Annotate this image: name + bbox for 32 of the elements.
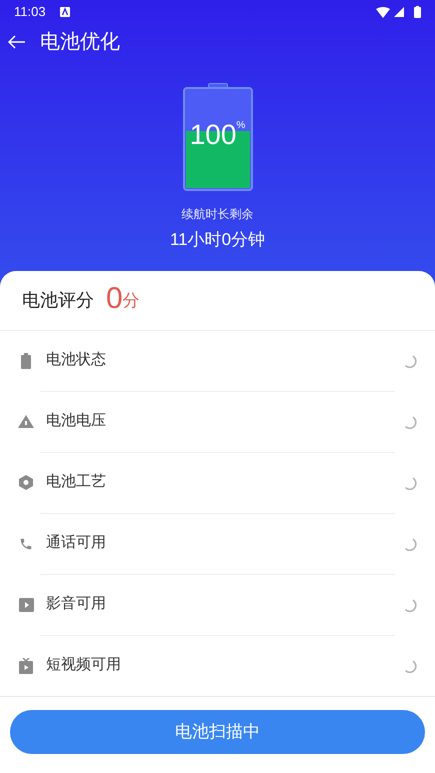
battery-icon bbox=[21, 352, 31, 368]
phone-icon bbox=[19, 536, 33, 550]
hexagon-icon bbox=[19, 475, 33, 490]
wifi-icon bbox=[376, 6, 390, 18]
play-icon bbox=[18, 598, 34, 612]
check-label: 电池电压 bbox=[46, 411, 106, 432]
page-title: 电池优化 bbox=[40, 30, 120, 55]
status-time: 11:03 bbox=[14, 3, 46, 22]
score-unit: 分 bbox=[122, 290, 140, 312]
loading-spinner-icon bbox=[403, 598, 417, 612]
warning-triangle-icon bbox=[18, 415, 34, 428]
check-label: 短视频可用 bbox=[46, 655, 121, 676]
loading-spinner-icon bbox=[403, 658, 417, 672]
check-label: 电池状态 bbox=[46, 350, 106, 370]
scan-button[interactable]: 电池扫描中 bbox=[10, 710, 425, 754]
tv-icon bbox=[19, 658, 33, 674]
loading-spinner-icon bbox=[403, 414, 417, 428]
loading-spinner-icon bbox=[403, 476, 417, 490]
check-label: 影音可用 bbox=[46, 594, 106, 614]
back-arrow-icon bbox=[8, 35, 26, 49]
check-label: 电池工艺 bbox=[46, 472, 106, 492]
notification-icon bbox=[60, 7, 70, 17]
check-label: 通话可用 bbox=[46, 533, 106, 554]
remaining-time: 11小时0分钟 bbox=[170, 229, 266, 251]
remaining-caption: 续航时长剩余 bbox=[182, 206, 254, 223]
score-value: 0 bbox=[106, 284, 123, 314]
signal-icon bbox=[394, 7, 404, 17]
percent-sign: % bbox=[236, 121, 246, 133]
loading-spinner-icon bbox=[403, 354, 417, 368]
loading-spinner-icon bbox=[403, 536, 417, 550]
score-label: 电池评分 bbox=[22, 288, 94, 312]
battery-status-icon bbox=[414, 6, 421, 18]
